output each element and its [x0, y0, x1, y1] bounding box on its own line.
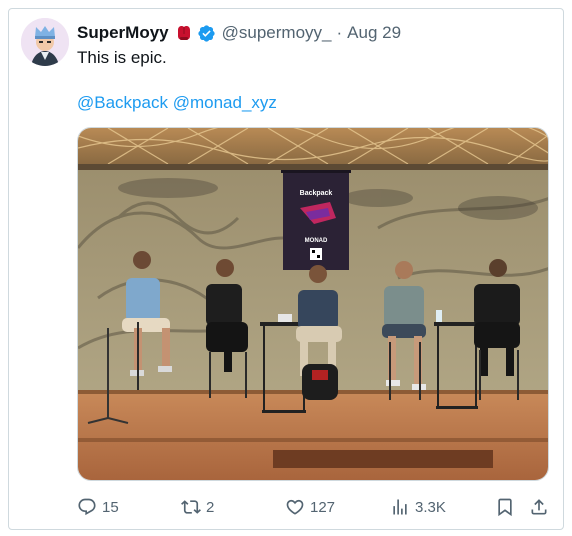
bookmark-icon [498, 498, 512, 517]
reply-count: 15 [102, 498, 119, 516]
avatar[interactable] [21, 18, 69, 66]
verified-badge-icon [197, 24, 216, 43]
like-count: 127 [310, 498, 336, 516]
banner-bottom-text: MONAD [305, 238, 328, 244]
views-button[interactable]: 3.3K [390, 494, 446, 520]
stage-photo: Backpack MONAD [78, 128, 548, 480]
share-button[interactable] [529, 494, 549, 520]
analytics-icon [393, 499, 407, 515]
separator-dot: · [336, 23, 343, 42]
boxing-glove-icon [175, 24, 193, 42]
author-handle[interactable]: @supermoyy_ [222, 23, 332, 43]
views-count: 3.3K [415, 498, 446, 516]
tweet-mentions: @Backpack @monad_xyz [77, 93, 277, 113]
tweet-actions: 15 2 127 3.3K [77, 494, 550, 520]
banner-top-text: Backpack [300, 190, 333, 197]
tweet-header: SuperMoyy @supermoyy_ · Aug 29 [77, 22, 401, 44]
reply-icon [78, 498, 96, 516]
reply-button[interactable]: 15 [77, 494, 119, 520]
mention-backpack[interactable]: @Backpack [77, 93, 168, 112]
heart-icon [286, 499, 304, 515]
author-name[interactable]: SuperMoyy [77, 23, 169, 43]
like-button[interactable]: 127 [285, 494, 335, 520]
tweet-photo[interactable]: Backpack MONAD [77, 127, 549, 481]
retweet-icon [181, 500, 201, 514]
tweet-date[interactable]: Aug 29 [347, 23, 401, 43]
bookmark-button[interactable] [495, 494, 515, 520]
share-icon [531, 499, 547, 515]
tweet-text: This is epic. [77, 48, 167, 67]
retweet-button[interactable]: 2 [181, 494, 214, 520]
mention-monad[interactable]: @monad_xyz [173, 93, 277, 112]
retweet-count: 2 [206, 498, 215, 516]
avatar-image [21, 18, 69, 66]
